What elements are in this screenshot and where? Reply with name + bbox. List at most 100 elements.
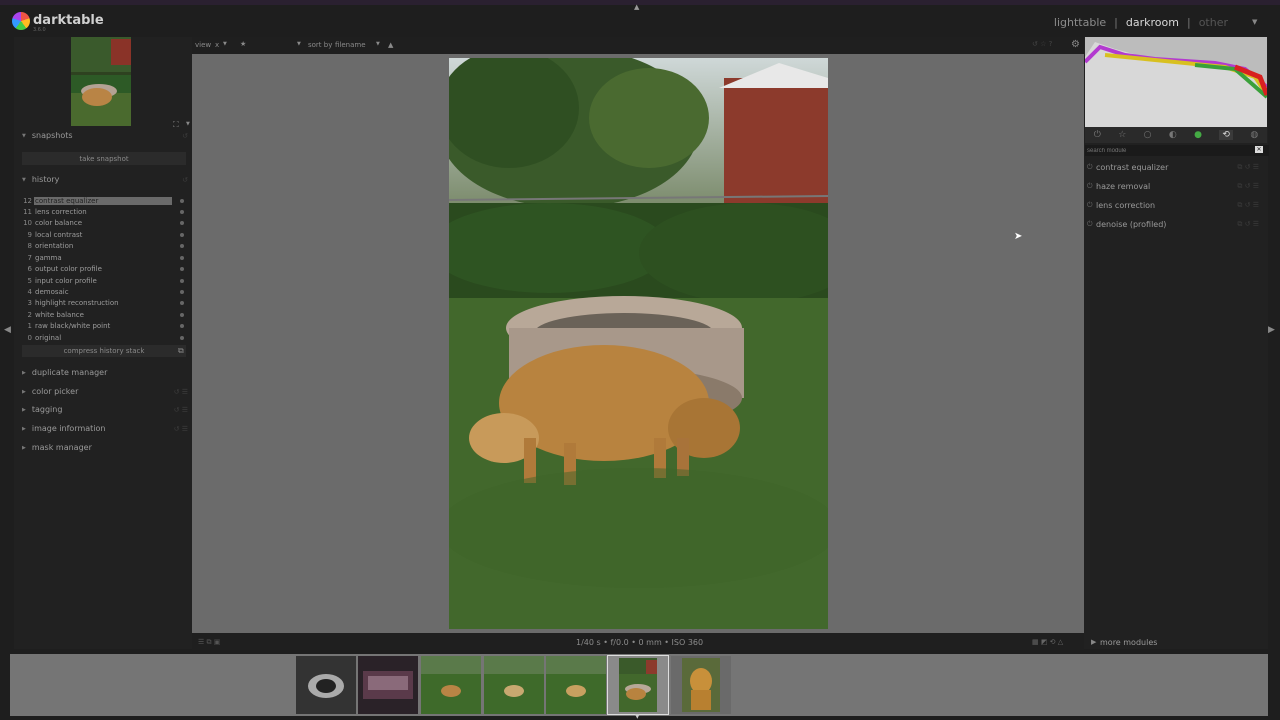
history-item[interactable]: 0 original xyxy=(22,332,186,343)
filmstrip-thumbnail[interactable] xyxy=(296,656,356,714)
presets-icon[interactable]: ↺ ☰ xyxy=(174,406,188,414)
clear-search-icon[interactable]: ✕ xyxy=(1255,146,1263,153)
history-item[interactable]: 7 gamma xyxy=(22,252,186,263)
module-label: contrast equalizer xyxy=(1096,163,1169,172)
history-num: 12 xyxy=(23,196,32,205)
view-other[interactable]: other xyxy=(1199,16,1228,29)
filmstrip-thumbnail[interactable] xyxy=(358,656,418,714)
zoom-dropdown-icon[interactable]: ▼ xyxy=(186,121,190,127)
module-controls-icon[interactable]: ⧉ ↺ ☰ xyxy=(1237,220,1259,229)
rating-filter[interactable]: ★ xyxy=(240,40,246,48)
view-label: view xyxy=(195,41,212,49)
sort-dropdown-chevron-icon[interactable]: ▼ xyxy=(376,41,380,47)
view-separator: | xyxy=(1186,16,1191,29)
filmstrip-thumbnail-current[interactable] xyxy=(607,655,669,715)
history-item[interactable]: 6 output color profile xyxy=(22,263,186,274)
history-item[interactable]: 5 input color profile xyxy=(22,275,186,286)
power-icon[interactable]: ⏻ xyxy=(1087,163,1096,172)
module-status-icon xyxy=(180,198,184,203)
history-item[interactable]: 2 white balance xyxy=(22,309,186,320)
history-label: color balance xyxy=(35,218,83,227)
section-snapshots[interactable]: ▼ snapshots ↺ xyxy=(22,131,188,140)
section-title: duplicate manager xyxy=(31,368,108,377)
reset-icon[interactable]: ↺ ☰ xyxy=(174,388,188,396)
history-item[interactable]: 8 orientation xyxy=(22,240,186,251)
exif-info: 1/40 s • f/0.0 • 0 mm • ISO 360 xyxy=(576,638,704,647)
module-status-icon xyxy=(180,255,184,260)
section-image-information[interactable]: ▶ image information ↺ ☰ xyxy=(22,424,188,433)
toolbar-icons[interactable]: ↺ ☆ ? xyxy=(1032,40,1052,48)
section-title: image information xyxy=(31,424,106,433)
take-snapshot-button[interactable]: take snapshot xyxy=(22,152,186,165)
view-lighttable[interactable]: lighttable xyxy=(1054,16,1106,29)
bottom-tool-icons[interactable]: ▦ ◩ ⟲ △ xyxy=(1032,638,1063,646)
reset-icon[interactable]: ↺ xyxy=(182,132,188,140)
power-icon[interactable]: ⏻ xyxy=(1087,201,1096,210)
sort-direction-toggle[interactable]: ▲ xyxy=(388,41,393,49)
history-item[interactable]: 1 raw black/white point xyxy=(22,320,186,331)
view-dropdown-chevron-icon[interactable]: ▼ xyxy=(1252,18,1257,26)
zoom-fit-icon[interactable]: ⛶ xyxy=(173,120,179,130)
expand-down-icon: ▼ xyxy=(22,176,26,183)
module-controls-icon[interactable]: ⧉ ↺ ☰ xyxy=(1237,201,1259,210)
color-icon[interactable]: ● xyxy=(1194,130,1202,140)
history-item[interactable]: 9 local contrast xyxy=(22,229,186,240)
reset-icon[interactable]: ↺ xyxy=(182,176,188,184)
expand-right-icon: ▶ xyxy=(22,388,26,395)
filmstrip-thumbnail[interactable] xyxy=(546,656,606,714)
sort-dropdown[interactable]: filename xyxy=(335,41,366,49)
module-controls-icon[interactable]: ⧉ ↺ ☰ xyxy=(1237,182,1259,191)
history-item[interactable]: 3 highlight reconstruction xyxy=(22,297,186,308)
history-item[interactable]: 10 color balance xyxy=(22,217,186,228)
quick-access-icons[interactable]: ☰ ⧉ ▣ xyxy=(198,638,220,647)
power-icon[interactable]: ⏻ xyxy=(1094,130,1101,140)
main-photo[interactable] xyxy=(449,58,828,629)
power-icon[interactable]: ⏻ xyxy=(1087,182,1096,191)
filmstrip-thumbnail[interactable] xyxy=(484,656,544,714)
history-item[interactable]: 12 contrast equalizer xyxy=(22,195,186,206)
correct-icon[interactable]: ⟲ xyxy=(1219,130,1233,140)
module-haze-removal[interactable]: ⏻ haze removal ⧉ ↺ ☰ xyxy=(1087,179,1259,194)
history-num: 4 xyxy=(27,287,32,296)
filmstrip-thumbnail[interactable] xyxy=(421,656,481,714)
more-modules-button[interactable]: more modules xyxy=(1100,638,1157,647)
module-denoise[interactable]: ⏻ denoise (profiled) ⧉ ↺ ☰ xyxy=(1087,217,1259,232)
right-panel-collapse-icon[interactable]: ▶ xyxy=(1268,325,1275,335)
section-history[interactable]: ▼ history ↺ xyxy=(22,175,188,184)
histogram[interactable] xyxy=(1085,37,1267,127)
rating-dropdown-chevron-icon[interactable]: ▼ xyxy=(297,41,301,47)
view-dropdown[interactable]: x xyxy=(215,41,219,49)
preferences-gear-icon[interactable]: ⚙ xyxy=(1071,39,1080,50)
section-title: snapshots xyxy=(31,131,73,140)
history-label: input color profile xyxy=(35,276,97,285)
filmstrip-thumbnail[interactable] xyxy=(671,656,731,714)
favorites-icon[interactable]: ☆ xyxy=(1118,130,1126,140)
compress-history-button[interactable]: compress history stack xyxy=(22,345,186,357)
effect-icon[interactable]: ◍ xyxy=(1250,130,1258,140)
view-darkroom[interactable]: darkroom xyxy=(1126,16,1179,29)
bottom-panel-collapse-icon[interactable]: ▼ xyxy=(635,713,640,720)
power-icon[interactable]: ⏻ xyxy=(1087,220,1096,229)
view-dropdown-chevron-icon[interactable]: ▼ xyxy=(223,41,227,47)
history-label: local contrast xyxy=(35,230,83,239)
top-panel-collapse-icon[interactable]: ▲ xyxy=(634,3,639,11)
history-label: highlight reconstruction xyxy=(35,298,119,307)
module-lens-correction[interactable]: ⏻ lens correction ⧉ ↺ ☰ xyxy=(1087,198,1259,213)
copy-history-icon[interactable]: ⧉ xyxy=(178,346,184,356)
section-tagging[interactable]: ▶ tagging ↺ ☰ xyxy=(22,405,188,414)
module-contrast-equalizer[interactable]: ⏻ contrast equalizer ⧉ ↺ ☰ xyxy=(1087,160,1259,175)
navigation-thumbnail[interactable] xyxy=(71,37,131,126)
section-color-picker[interactable]: ▶ color picker ↺ ☰ xyxy=(22,387,188,396)
section-duplicate-manager[interactable]: ▶ duplicate manager xyxy=(22,368,188,377)
tone-icon[interactable]: ◐ xyxy=(1169,130,1177,140)
search-module-input[interactable] xyxy=(1085,145,1269,156)
module-controls-icon[interactable]: ⧉ ↺ ☰ xyxy=(1237,163,1259,172)
history-num: 11 xyxy=(23,207,32,216)
left-panel-collapse-icon[interactable]: ◀ xyxy=(4,325,11,335)
circle-icon[interactable]: ○ xyxy=(1144,130,1152,140)
history-item[interactable]: 4 demosaic xyxy=(22,286,186,297)
section-mask-manager[interactable]: ▶ mask manager xyxy=(22,443,188,452)
module-status-icon xyxy=(180,312,184,317)
presets-icon[interactable]: ↺ ☰ xyxy=(174,425,188,433)
history-item[interactable]: 11 lens correction xyxy=(22,206,186,217)
